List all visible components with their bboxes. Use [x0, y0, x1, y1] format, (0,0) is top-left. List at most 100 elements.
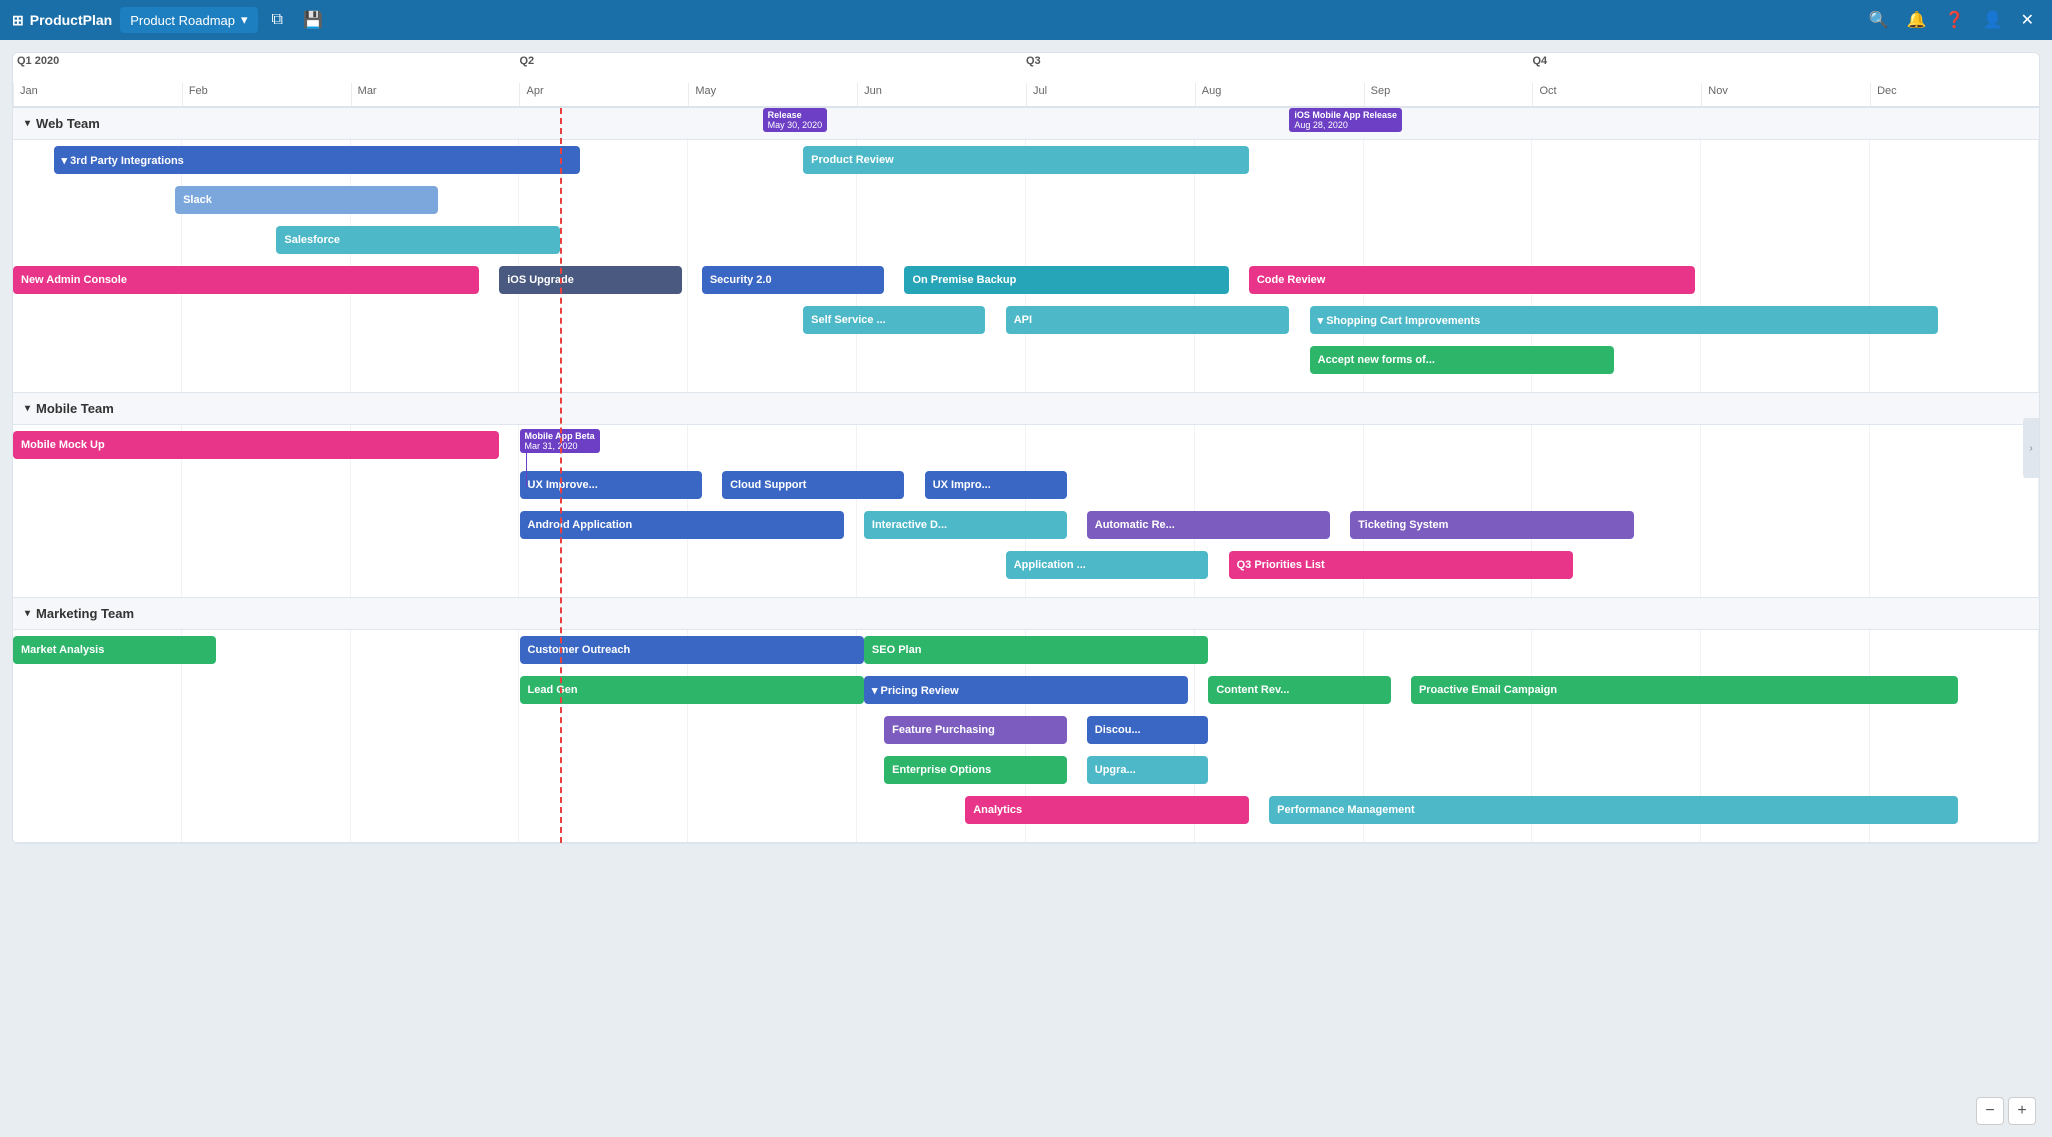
month-may: May: [688, 83, 857, 106]
help-button[interactable]: ❓: [1939, 6, 1971, 34]
bar-item[interactable]: Product Review: [803, 146, 1249, 174]
q3-label: Q3: [1026, 55, 1041, 67]
month-feb: Feb: [182, 83, 351, 106]
plus-icon: +: [2017, 1102, 2026, 1120]
bar-item[interactable]: Market Analysis: [13, 636, 216, 664]
timeline-header: Q1 2020 Q2 Q3 Q4 JanFebMarAprMayJunJulAu…: [13, 53, 2039, 108]
month-jun: Jun: [857, 83, 1026, 106]
bar-row: Application ... Q3 Priorities List: [13, 551, 2039, 587]
bar-item[interactable]: Salesforce: [276, 226, 560, 254]
chevron-down-icon: ▾: [241, 12, 248, 28]
bar-row: UX Improve...Cloud SupportUX Impro...: [13, 471, 2039, 507]
bar-rows: Market Analysis Customer OutreachSEO Plan…: [13, 630, 2039, 842]
team-section-1: ▾ Mobile Team Mobile App BetaMar 31, 2020…: [13, 393, 2039, 598]
zoom-in-button[interactable]: +: [2008, 1097, 2036, 1125]
quarter-labels-row: Q1 2020 Q2 Q3 Q4: [13, 53, 2039, 69]
bar-item[interactable]: SEO Plan: [864, 636, 1208, 664]
zoom-controls: − +: [1976, 1097, 2036, 1125]
brand: ⊞ ProductPlan: [12, 12, 112, 29]
roadmap-dropdown[interactable]: Product Roadmap ▾: [120, 7, 257, 33]
bar-item[interactable]: Proactive Email Campaign: [1411, 676, 1958, 704]
bar-item[interactable]: iOS Upgrade: [499, 266, 681, 294]
team-name: Mobile Team: [36, 401, 114, 416]
month-oct: Oct: [1532, 83, 1701, 106]
months-row: JanFebMarAprMayJunJulAugSepOctNovDec: [13, 69, 2039, 107]
bar-item[interactable]: Upgra...: [1087, 756, 1209, 784]
bar-item[interactable]: Ticketing System: [1350, 511, 1634, 539]
bar-item[interactable]: Performance Management: [1269, 796, 1958, 824]
bar-item[interactable]: Enterprise Options: [884, 756, 1066, 784]
bell-button[interactable]: 🔔: [1901, 6, 1933, 34]
chevron-down-icon: ▾: [25, 118, 30, 129]
bar-item[interactable]: On Premise Backup: [904, 266, 1228, 294]
copy-button[interactable]: ⧉: [266, 7, 289, 33]
month-sep: Sep: [1364, 83, 1533, 106]
bar-item[interactable]: Content Rev...: [1208, 676, 1390, 704]
bar-row: Lead Gen▾ Pricing Review Content Rev... Pr…: [13, 676, 2039, 712]
user-button[interactable]: 👤: [1977, 6, 2009, 34]
collapse-arrow-icon: ›: [2029, 443, 2032, 454]
bar-item[interactable]: ▾ Shopping Cart Improvements: [1310, 306, 1938, 334]
top-nav: ⊞ ProductPlan Product Roadmap ▾ ⧉ 💾 🔍 🔔 …: [0, 0, 2052, 40]
roadmap-name: Product Roadmap: [130, 13, 235, 28]
bar-row: Salesforce: [13, 226, 2039, 262]
close-button[interactable]: ✕: [2015, 6, 2040, 34]
chevron-down-icon: ▾: [25, 403, 30, 414]
bar-row: Feature Purchasing Discou...: [13, 716, 2039, 752]
milestone: Mobile App BetaMar 31, 2020: [520, 429, 600, 487]
bar-item[interactable]: UX Impro...: [925, 471, 1067, 499]
bar-row: Enterprise Options Upgra...: [13, 756, 2039, 792]
roadmap-body: ReleaseMay 30, 2020iOS Mobile App Releas…: [13, 108, 2039, 843]
month-dec: Dec: [1870, 83, 2039, 106]
team-content-2: Market Analysis Customer OutreachSEO Plan…: [13, 630, 2039, 842]
bar-row: Accept new forms of...: [13, 346, 2039, 382]
bar-item[interactable]: Discou...: [1087, 716, 1209, 744]
bar-item[interactable]: Lead Gen: [520, 676, 864, 704]
bar-item[interactable]: Interactive D...: [864, 511, 1067, 539]
bar-item[interactable]: Mobile Mock Up: [13, 431, 499, 459]
bar-item[interactable]: Application ...: [1006, 551, 1209, 579]
bar-row: ▾ 3rd Party Integrations Product Review: [13, 146, 2039, 182]
milestone-label: Mobile App BetaMar 31, 2020: [520, 429, 600, 453]
bar-item[interactable]: Q3 Priorities List: [1229, 551, 1573, 579]
q1-label: Q1 2020: [17, 55, 59, 67]
bar-row: New Admin Console iOS Upgrade Security 2.0…: [13, 266, 2039, 302]
team-header-0: ▾ Web Team: [13, 108, 2039, 140]
month-nov: Nov: [1701, 83, 1870, 106]
bar-item[interactable]: Code Review: [1249, 266, 1695, 294]
bar-row: Analytics Performance Management: [13, 796, 2039, 832]
q4-label: Q4: [1533, 55, 1548, 67]
save-button[interactable]: 💾: [297, 6, 329, 34]
brand-icon: ⊞: [12, 12, 24, 29]
team-name: Web Team: [36, 116, 100, 131]
team-section-2: ▾ Marketing TeamMarket AnalysisCustomer …: [13, 598, 2039, 843]
chevron-down-icon: ▾: [25, 608, 30, 619]
side-collapse-button[interactable]: ›: [2023, 418, 2039, 478]
bar-item[interactable]: Automatic Re...: [1087, 511, 1330, 539]
q2-label: Q2: [520, 55, 535, 67]
bar-item[interactable]: Self Service ...: [803, 306, 985, 334]
bar-item[interactable]: Android Application: [520, 511, 844, 539]
bar-item[interactable]: Accept new forms of...: [1310, 346, 1614, 374]
bar-item[interactable]: API: [1006, 306, 1290, 334]
bar-rows: Mobile App BetaMar 31, 2020 Mobile Mock U…: [13, 425, 2039, 597]
brand-name: ProductPlan: [30, 12, 112, 28]
bar-item[interactable]: Security 2.0: [702, 266, 884, 294]
roadmap-container: Q1 2020 Q2 Q3 Q4 JanFebMarAprMayJunJulAu…: [12, 52, 2040, 844]
bar-item[interactable]: Cloud Support: [722, 471, 904, 499]
bar-item[interactable]: New Admin Console: [13, 266, 479, 294]
bar-item[interactable]: Customer Outreach: [520, 636, 864, 664]
bar-item[interactable]: Analytics: [965, 796, 1249, 824]
bar-item[interactable]: ▾ Pricing Review: [864, 676, 1188, 704]
bar-item[interactable]: Slack: [175, 186, 438, 214]
minus-icon: −: [1985, 1102, 1994, 1120]
milestone-line: [526, 453, 527, 487]
bar-row: Market Analysis Customer OutreachSEO Plan: [13, 636, 2039, 672]
bar-row: Self Service ... API ▾ Shopping Cart Impro…: [13, 306, 2039, 342]
bar-item[interactable]: ▾ 3rd Party Integrations: [54, 146, 581, 174]
bar-rows: ▾ 3rd Party Integrations Product Review Sl…: [13, 140, 2039, 392]
search-button[interactable]: 🔍: [1863, 6, 1895, 34]
zoom-out-button[interactable]: −: [1976, 1097, 2004, 1125]
team-content-1: Mobile App BetaMar 31, 2020 Mobile Mock U…: [13, 425, 2039, 597]
bar-item[interactable]: Feature Purchasing: [884, 716, 1066, 744]
